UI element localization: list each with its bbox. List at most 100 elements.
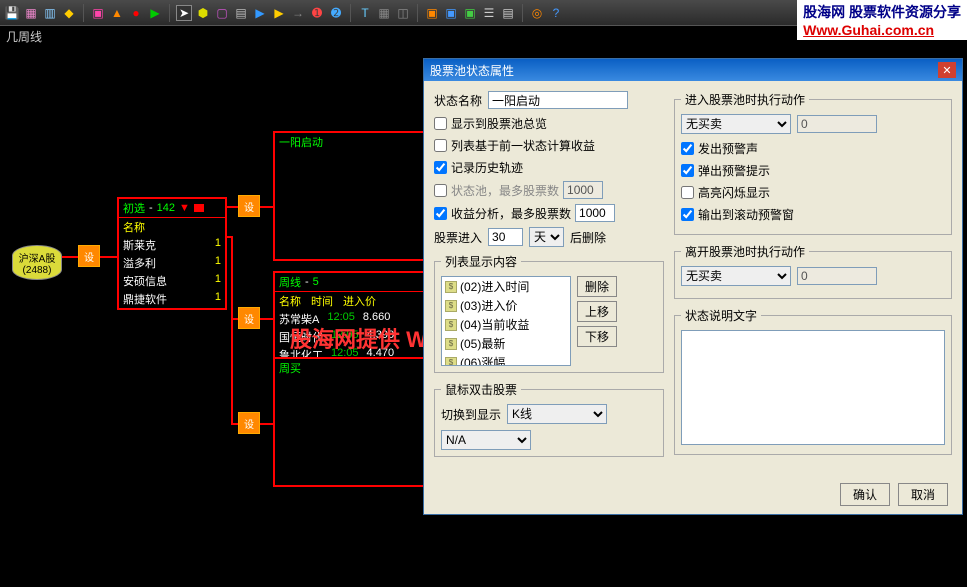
table-row: 国恒时代12:054.390: [275, 328, 426, 346]
db-count: (2488): [23, 265, 52, 276]
chk-popup[interactable]: [681, 164, 694, 177]
enter-action-select[interactable]: 无买卖: [681, 114, 791, 134]
node-header: 周线 - 5: [275, 273, 426, 291]
table-row: 斯莱克1: [119, 236, 225, 254]
tool-icon-5[interactable]: ▲: [109, 5, 125, 21]
list-item: $(05)最新: [442, 334, 570, 353]
blue-box-icon[interactable]: ▣: [443, 5, 459, 21]
chk-maxpool[interactable]: [434, 184, 447, 197]
db-name: 沪深A股: [19, 250, 56, 265]
node-count: 5: [313, 276, 319, 288]
num2-icon[interactable]: ➋: [328, 5, 344, 21]
moveup-button[interactable]: 上移: [577, 301, 617, 322]
ok-button[interactable]: 确认: [840, 483, 890, 506]
leave-group-label: 离开股票池时执行动作: [681, 243, 809, 260]
table-row: 溢多利1: [119, 254, 225, 272]
arrow-icon[interactable]: →: [290, 5, 306, 21]
display-list[interactable]: $(02)进入时间 $(03)进入价 $(04)当前收益 $(05)最新 $(0…: [441, 276, 571, 366]
table-row: 鼎捷软件1: [119, 290, 225, 308]
box-icon[interactable]: ▢: [214, 5, 230, 21]
target-icon[interactable]: ◎: [529, 5, 545, 21]
grid-icon[interactable]: ▦: [376, 5, 392, 21]
cancel-button[interactable]: 取消: [898, 483, 948, 506]
chk-overview[interactable]: [434, 117, 447, 130]
db-icon[interactable]: ⬢: [195, 5, 211, 21]
help-icon[interactable]: ?: [548, 5, 564, 21]
chk-alert[interactable]: [681, 142, 694, 155]
db-source-node[interactable]: 沪深A股 (2488): [12, 245, 62, 280]
chk-prev[interactable]: [434, 139, 447, 152]
field-icon: $: [445, 357, 457, 367]
chk-scroll[interactable]: [681, 208, 694, 221]
dbl-group-label: 鼠标双击股票: [441, 381, 521, 398]
leave-action-group: 离开股票池时执行动作 无买卖: [674, 243, 952, 299]
chk-history[interactable]: [434, 161, 447, 174]
tool-icon-3[interactable]: ◆: [61, 5, 77, 21]
num1-icon[interactable]: ➊: [309, 5, 325, 21]
gate-node-2[interactable]: 设: [238, 195, 260, 217]
maxpool-input: [563, 181, 603, 199]
watermark-banner: 股海网 股票软件资源分享 Www.Guhai.com.cn: [797, 0, 967, 40]
delete-button[interactable]: 删除: [577, 276, 617, 297]
dual-icon[interactable]: ◫: [395, 5, 411, 21]
field-icon: $: [445, 319, 457, 331]
node-yiyang[interactable]: 一阳启动: [273, 131, 428, 261]
node-count: 142: [157, 202, 175, 214]
gate-node-1[interactable]: 设: [78, 245, 100, 267]
enter-unit-select[interactable]: 天: [529, 227, 564, 247]
sheet-icon[interactable]: ▤: [500, 5, 516, 21]
flag-blue-icon[interactable]: ▶: [252, 5, 268, 21]
leave-action-select[interactable]: 无买卖: [681, 266, 791, 286]
field-icon: $: [445, 300, 457, 312]
record-icon[interactable]: ●: [128, 5, 144, 21]
table-row: 安硕信息1: [119, 272, 225, 290]
node-title: 初选: [123, 200, 145, 216]
list-icon[interactable]: ☰: [481, 5, 497, 21]
node-preselect[interactable]: 初选 - 142 ▼ 名称 斯莱克1 溢多利1 安硕信息1 鼎捷软件1: [117, 197, 227, 310]
enter-group-label: 进入股票池时执行动作: [681, 91, 809, 108]
status-properties-dialog: 股票池状态属性 ✕ 状态名称 显示到股票池总览 列表基于前一状态计算收益 记录历…: [423, 58, 963, 515]
enter-suffix: 后删除: [570, 229, 606, 246]
dialog-titlebar[interactable]: 股票池状态属性 ✕: [424, 59, 962, 81]
green-box-icon[interactable]: ▣: [462, 5, 478, 21]
tool-icon-4[interactable]: ▣: [90, 5, 106, 21]
orange-box-icon[interactable]: ▣: [424, 5, 440, 21]
dbl-na-select[interactable]: N/A: [441, 430, 531, 450]
col-headers: 名称时间进入价: [275, 291, 426, 310]
node-toggle-icon[interactable]: [194, 204, 204, 212]
movedown-button[interactable]: 下移: [577, 326, 617, 347]
close-icon[interactable]: ✕: [938, 62, 956, 78]
node-weekbuy[interactable]: 周买: [273, 357, 428, 487]
desc-group: 状态说明文字: [674, 307, 952, 455]
enter-days-input[interactable]: [488, 228, 523, 246]
gate-node-3[interactable]: 设: [238, 307, 260, 329]
enter-action-group: 进入股票池时执行动作 无买卖 发出预警声 弹出预警提示 高亮闪烁显示 输出到滚动…: [674, 91, 952, 235]
status-name-label: 状态名称: [434, 92, 482, 109]
status-name-input[interactable]: [488, 91, 628, 109]
tool-icon-1[interactable]: ▦: [23, 5, 39, 21]
text-icon[interactable]: T: [357, 5, 373, 21]
enter-label: 股票进入: [434, 229, 482, 246]
chk-profit[interactable]: [434, 207, 447, 220]
dbl-select[interactable]: K线: [507, 404, 607, 424]
chk-flash[interactable]: [681, 186, 694, 199]
tool-icon-2[interactable]: ▥: [42, 5, 58, 21]
gate-node-4[interactable]: 设: [238, 412, 260, 434]
node-header: 周买: [275, 359, 426, 377]
page-icon[interactable]: ▤: [233, 5, 249, 21]
desc-textarea[interactable]: [681, 330, 945, 445]
list-item: $(06)涨幅: [442, 353, 570, 366]
node-weekline[interactable]: 周线 - 5 名称时间进入价 苏常柴A12:058.660 国恒时代12:054…: [273, 271, 428, 366]
col-header: 名称: [119, 217, 225, 236]
pointer-icon[interactable]: ➤: [176, 5, 192, 21]
maxprofit-input[interactable]: [575, 204, 615, 222]
db-cylinder-icon: 沪深A股 (2488): [12, 245, 62, 280]
dialog-title: 股票池状态属性: [430, 62, 514, 79]
banner-line2: Www.Guhai.com.cn: [803, 22, 961, 38]
play-icon[interactable]: ▶: [147, 5, 163, 21]
save-icon[interactable]: 💾: [4, 5, 20, 21]
list-display-group: 列表显示内容 $(02)进入时间 $(03)进入价 $(04)当前收益 $(05…: [434, 253, 664, 373]
banner-line1: 股海网 股票软件资源分享: [803, 2, 961, 22]
flag-yellow-icon[interactable]: ▶: [271, 5, 287, 21]
enter-action-num: [797, 115, 877, 133]
